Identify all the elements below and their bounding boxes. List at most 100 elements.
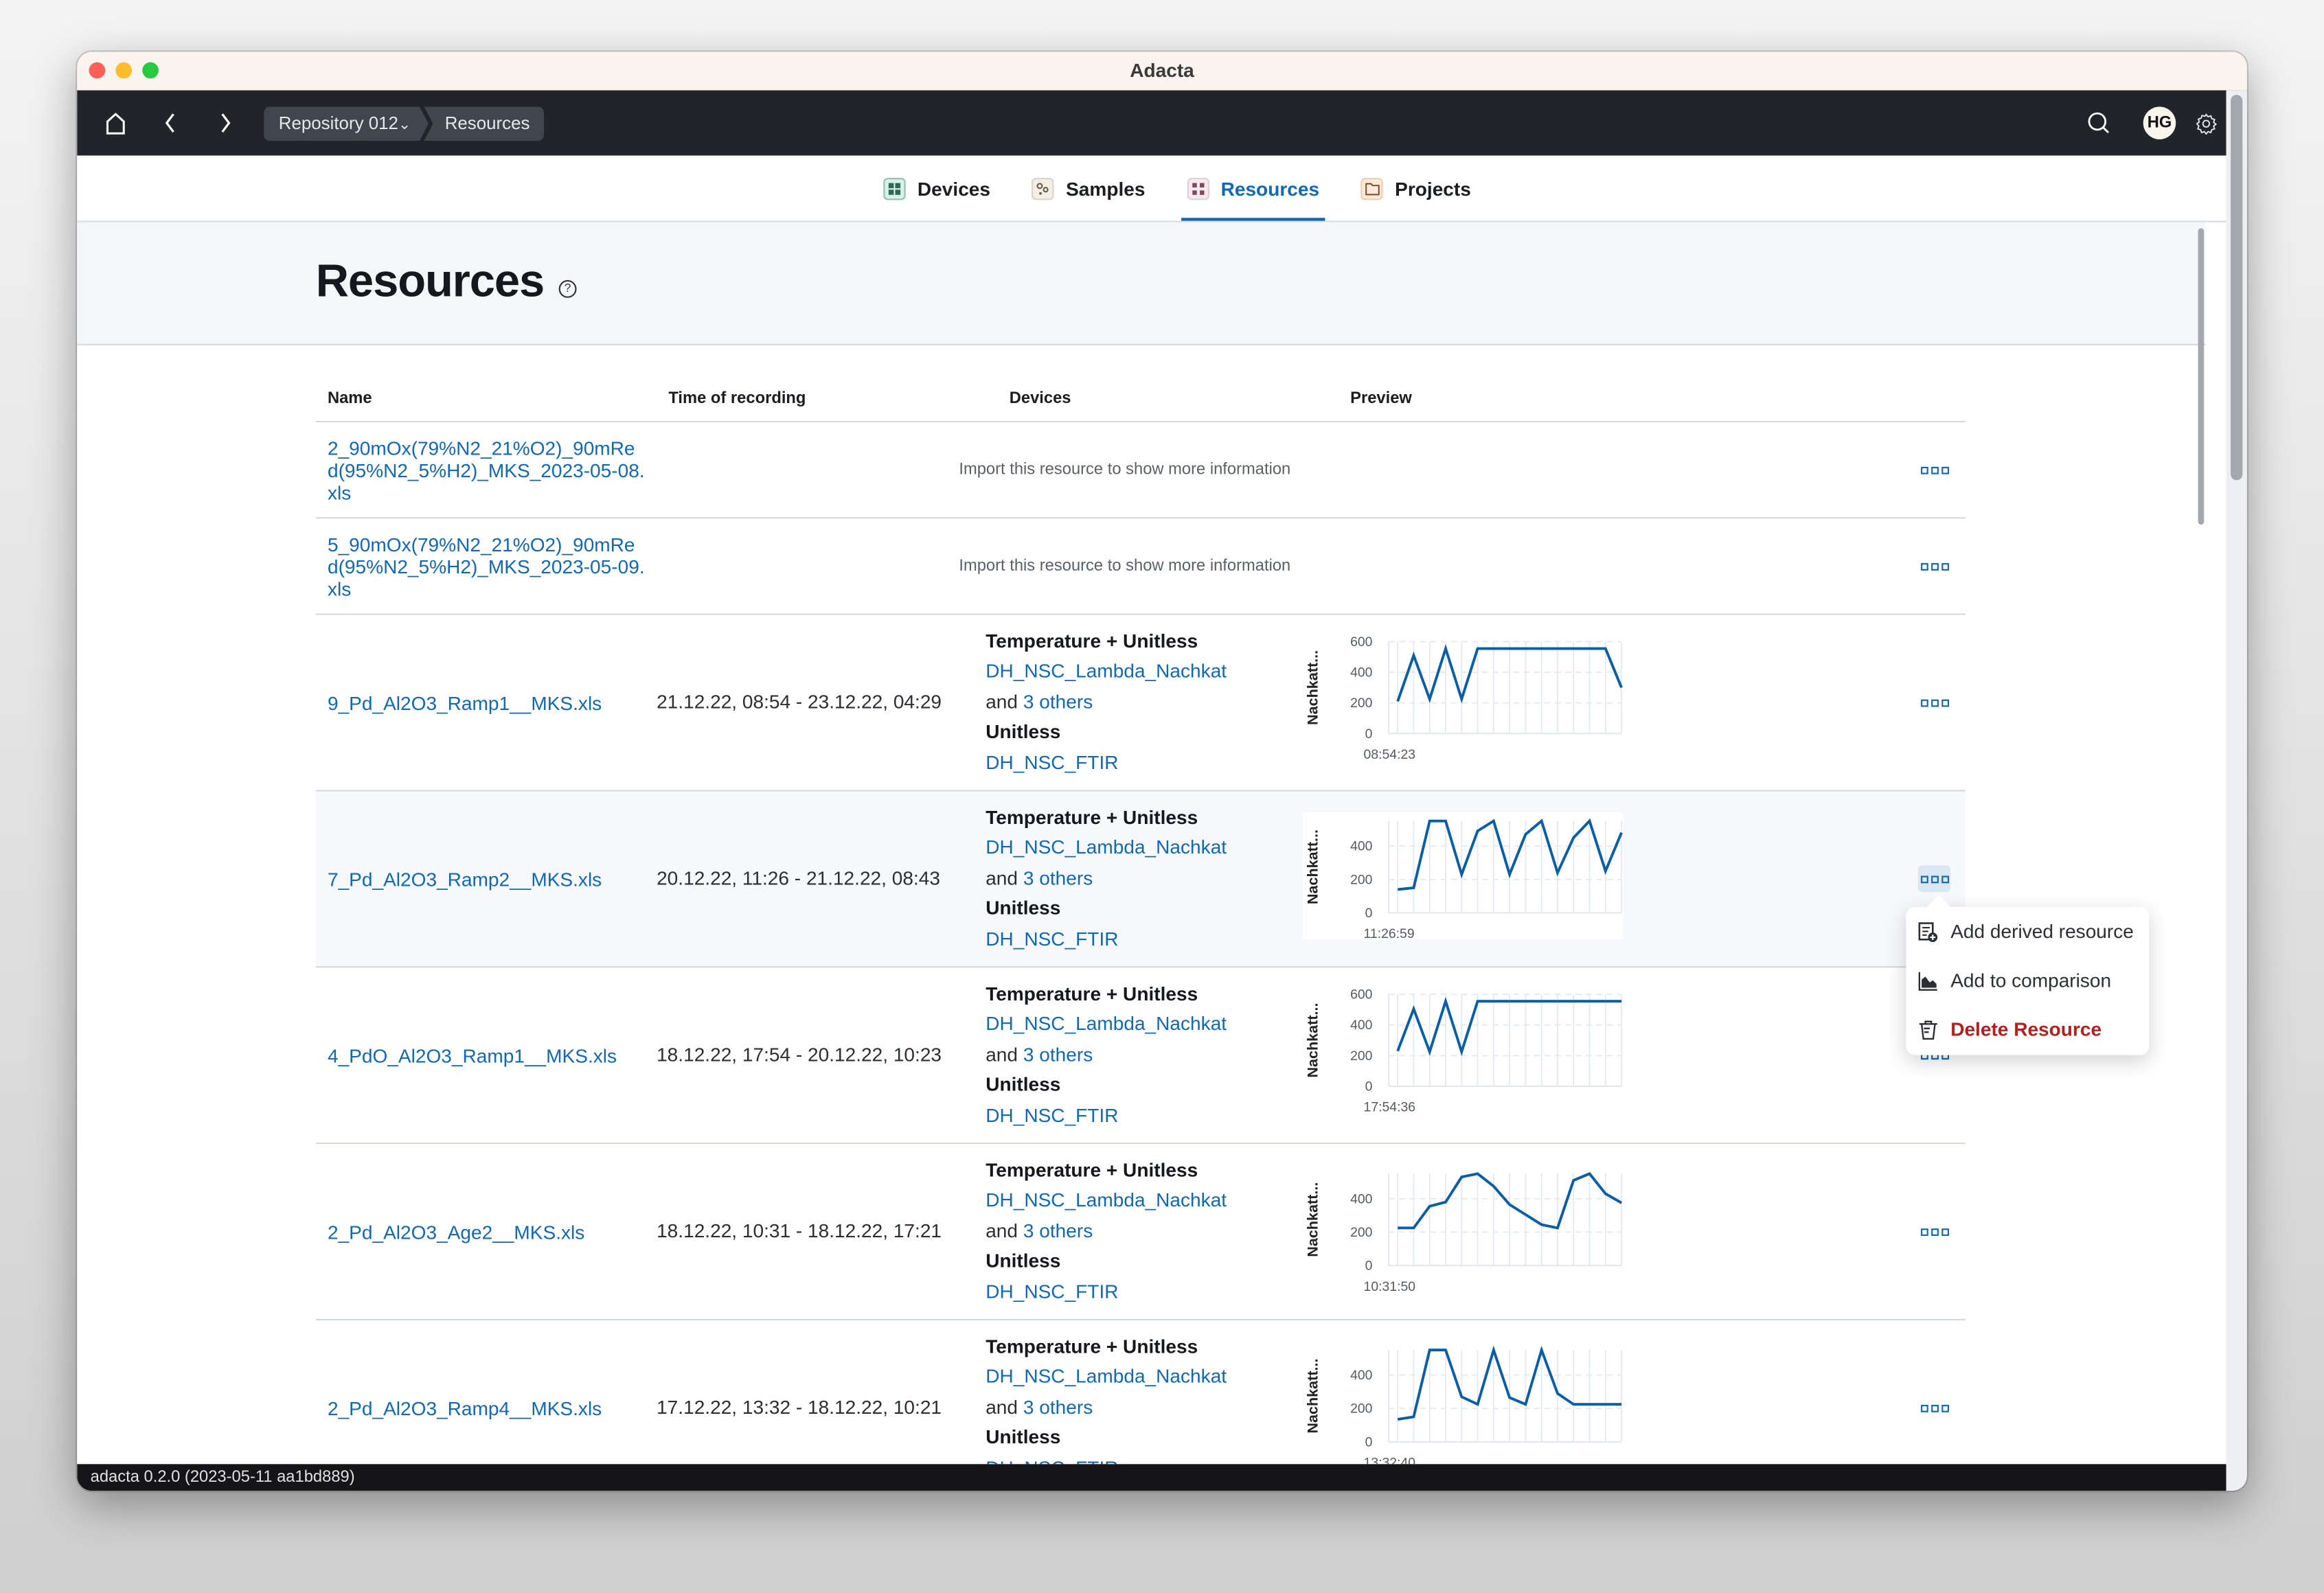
y-axis-label: Nachkatt...: [1304, 1182, 1321, 1257]
y-tick-label: 200: [1350, 1225, 1373, 1240]
device-group-label: Unitless: [986, 1425, 1061, 1449]
row-actions-button[interactable]: [1918, 1218, 1950, 1245]
devices-cell: Temperature + Unitless DH_NSC_Lambda_Nac…: [974, 979, 1303, 1131]
top-navbar: Repository 012⌄ Resources HG: [77, 90, 2226, 156]
row-actions-button[interactable]: [1918, 1395, 1950, 1421]
device-link[interactable]: DH_NSC_Lambda_Nachkat: [986, 1362, 1303, 1393]
column-header-time[interactable]: Time of recording: [657, 390, 997, 408]
device-link[interactable]: DH_NSC_FTIR: [986, 748, 1303, 778]
x-tick-label: 11:26:59: [1364, 926, 1415, 939]
x-tick-label: 17:54:36: [1364, 1100, 1416, 1115]
others-link[interactable]: 3 others: [1023, 1219, 1093, 1241]
device-group-label: Temperature + Unitless: [986, 982, 1198, 1005]
table-header: Name Time of recording Devices Preview: [315, 376, 1966, 423]
chevron-down-icon: ⌄: [398, 117, 411, 134]
resource-name-link[interactable]: 7_Pd_Al2O3_Ramp2__MKS.xls: [316, 868, 645, 890]
avatar[interactable]: HG: [2143, 106, 2176, 139]
device-group-label: Unitless: [986, 1073, 1061, 1096]
row-actions-button[interactable]: [1918, 553, 1950, 580]
device-link[interactable]: DH_NSC_FTIR: [986, 1454, 1303, 1464]
y-tick-label: 400: [1350, 1018, 1373, 1033]
device-group-label: Unitless: [986, 897, 1061, 919]
menu-item-add-derived-resource[interactable]: Add derived resource: [1918, 920, 2134, 943]
settings-icon[interactable]: [2185, 91, 2226, 156]
y-tick-label: 0: [1365, 906, 1373, 921]
device-link[interactable]: DH_NSC_FTIR: [986, 924, 1303, 954]
tab-projects[interactable]: Projects: [1355, 156, 1477, 221]
and-label: and: [986, 1042, 1018, 1066]
device-link[interactable]: DH_NSC_FTIR: [986, 1277, 1303, 1307]
scrollbar-thumb[interactable]: [2231, 95, 2243, 481]
recording-time: 18.12.22, 17:54 - 20.12.22, 10:23: [657, 1043, 942, 1066]
y-tick-label: 400: [1350, 1191, 1373, 1206]
y-tick-label: 0: [1365, 726, 1373, 742]
device-group-label: Unitless: [986, 1249, 1061, 1272]
title-bar: Adacta: [77, 51, 2247, 92]
resource-name-link[interactable]: 5_90mOx(79%N2_21%O2)_90mRed(95%N2_5%H2)_…: [316, 533, 645, 599]
y-tick-label: 200: [1350, 872, 1373, 887]
close-window-button[interactable]: [89, 62, 106, 79]
y-tick-label: 200: [1350, 1401, 1373, 1417]
y-tick-label: 200: [1350, 1048, 1373, 1064]
preview-chart: 0 200 400 Nachkatt... 13:32:40: [1304, 1345, 1622, 1465]
table-row: 2_Pd_Al2O3_Ramp4__MKS.xls 17.12.22, 13:3…: [316, 1320, 1966, 1464]
device-link[interactable]: DH_NSC_Lambda_Nachkat: [986, 833, 1303, 863]
others-link[interactable]: 3 others: [1023, 867, 1093, 889]
back-icon[interactable]: [150, 91, 191, 156]
menu-item-delete-resource[interactable]: Delete Resource: [1918, 1018, 2101, 1040]
device-link[interactable]: DH_NSC_FTIR: [986, 1101, 1303, 1131]
device-link[interactable]: DH_NSC_Lambda_Nachkat: [986, 1186, 1303, 1216]
device-link[interactable]: DH_NSC_Lambda_Nachkat: [986, 1009, 1303, 1040]
table-row: 2_90mOx(79%N2_21%O2)_90mRed(95%N2_5%H2)_…: [315, 422, 1966, 519]
others-link[interactable]: 3 others: [1023, 1395, 1093, 1417]
inner-scrollbar[interactable]: [2198, 228, 2205, 525]
column-header-devices[interactable]: Devices: [997, 390, 1338, 408]
device-group-label: Temperature + Unitless: [986, 629, 1198, 652]
resources-icon: [1186, 176, 1209, 200]
table-row: 5_90mOx(79%N2_21%O2)_90mRed(95%N2_5%H2)_…: [315, 518, 1966, 615]
forward-icon[interactable]: [205, 91, 246, 156]
y-tick-label: 600: [1350, 987, 1373, 1002]
and-label: and: [986, 1219, 1018, 1242]
search-icon[interactable]: [2078, 91, 2119, 156]
column-header-name[interactable]: Name: [316, 390, 657, 408]
desktop: Adacta Repository 012⌄ Resources HG Devi…: [0, 0, 2324, 1593]
row-actions-button[interactable]: [1917, 865, 1951, 893]
resource-name-link[interactable]: 9_Pd_Al2O3_Ramp1__MKS.xls: [316, 691, 645, 713]
device-group-label: Temperature + Unitless: [986, 805, 1198, 828]
status-bar: adacta 0.2.0 (2023-05-11 aa1bd889): [77, 1464, 2226, 1491]
import-message: Import this resource to show more inform…: [959, 557, 1291, 575]
device-link[interactable]: DH_NSC_Lambda_Nachkat: [986, 657, 1303, 687]
device-group-label: Temperature + Unitless: [986, 1158, 1198, 1181]
menu-item-add-to-comparison[interactable]: Add to comparison: [1918, 969, 2111, 992]
others-link[interactable]: 3 others: [1023, 690, 1093, 712]
minimize-window-button[interactable]: [115, 62, 133, 79]
row-actions-button[interactable]: [1918, 457, 1950, 483]
x-tick-label: 13:32:40: [1364, 1456, 1416, 1465]
recording-time: 18.12.22, 10:31 - 18.12.22, 17:21: [657, 1219, 942, 1242]
tab-resources[interactable]: Resources: [1181, 156, 1325, 221]
preview-chart: 0 200 400 600 Nachkatt... 17:54:36: [1304, 987, 1622, 1115]
and-label: and: [986, 690, 1018, 713]
maximize-window-button[interactable]: [142, 62, 159, 79]
samples-icon: [1032, 176, 1054, 200]
y-tick-label: 0: [1365, 1259, 1373, 1274]
home-icon[interactable]: [95, 91, 136, 156]
tab-samples[interactable]: Samples: [1026, 156, 1151, 221]
tab-devices[interactable]: Devices: [878, 156, 996, 221]
resource-name-link[interactable]: 2_90mOx(79%N2_21%O2)_90mRed(95%N2_5%H2)_…: [316, 437, 645, 503]
resource-name-link[interactable]: 2_Pd_Al2O3_Ramp4__MKS.xls: [316, 1397, 645, 1419]
y-tick-label: 600: [1350, 634, 1373, 650]
breadcrumb-repository[interactable]: Repository 012⌄: [264, 106, 429, 141]
window-scrollbar[interactable]: [2226, 90, 2247, 1491]
row-context-menu: Add derived resource Add to comparison D…: [1906, 906, 2150, 1055]
resource-name-link[interactable]: 2_Pd_Al2O3_Age2__MKS.xls: [316, 1220, 645, 1242]
others-link[interactable]: 3 others: [1023, 1043, 1093, 1065]
row-actions-button[interactable]: [1918, 689, 1950, 716]
resource-name-link[interactable]: 4_PdO_Al2O3_Ramp1__MKS.xls: [316, 1044, 645, 1066]
breadcrumb-resources[interactable]: Resources: [424, 106, 545, 141]
help-icon[interactable]: ?: [558, 279, 577, 298]
y-tick-label: 400: [1350, 1368, 1373, 1383]
preview-chart: 0 200 400 Nachkatt... 10:31:50: [1304, 1171, 1623, 1294]
table-row: 2_Pd_Al2O3_Age2__MKS.xls 18.12.22, 10:31…: [315, 1144, 1966, 1320]
